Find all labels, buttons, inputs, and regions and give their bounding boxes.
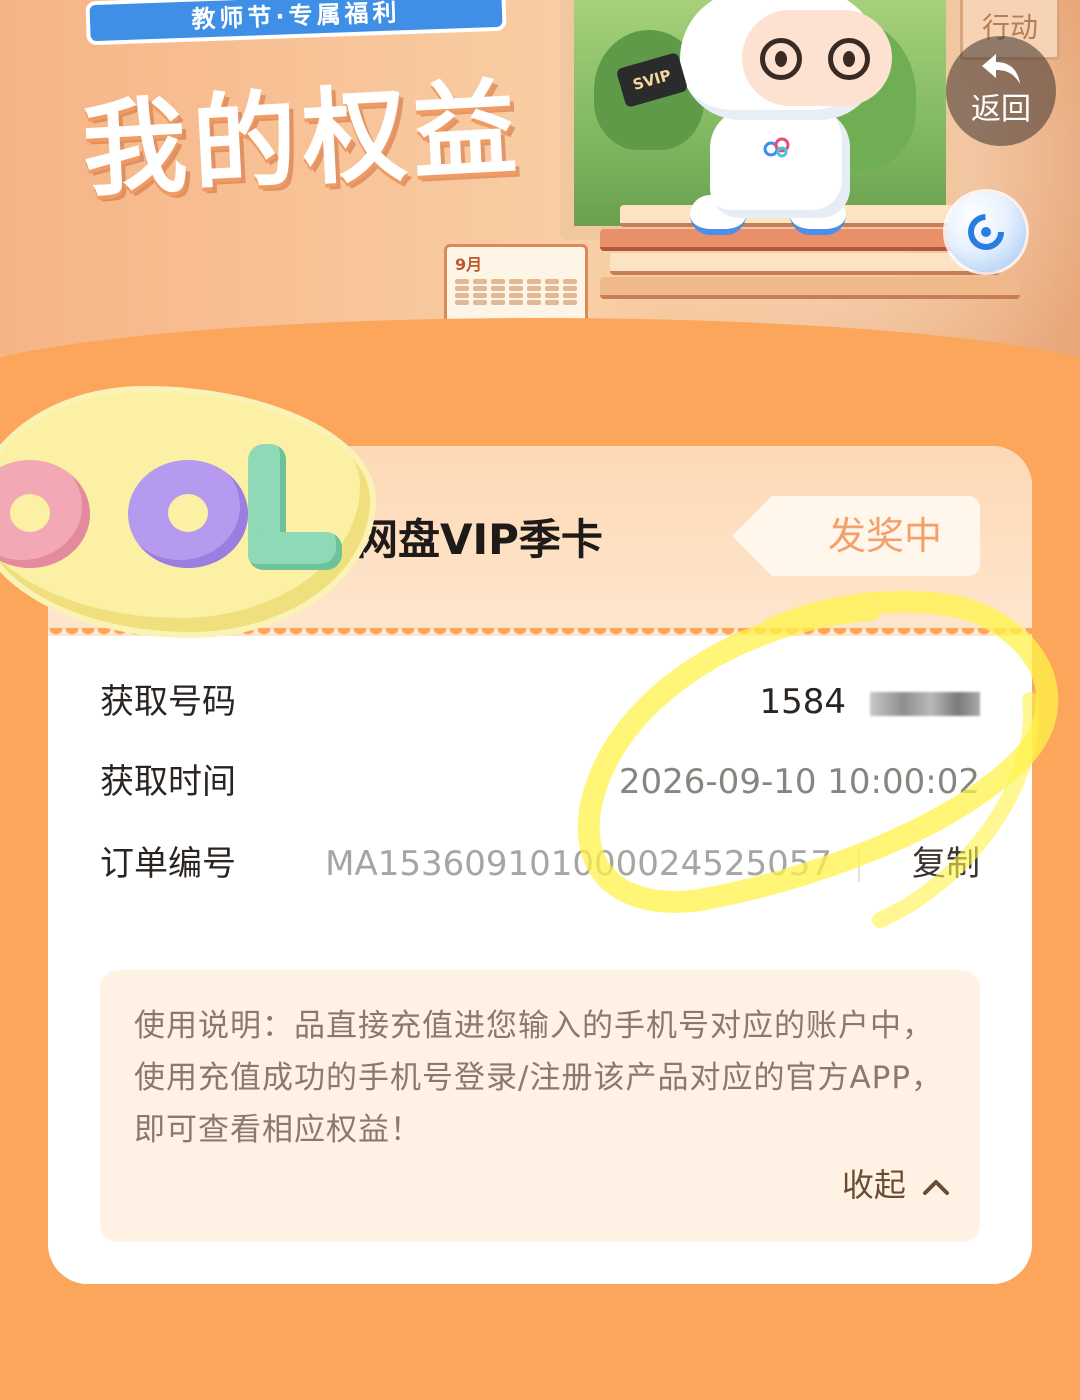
copy-button[interactable]: 复制 <box>912 834 980 894</box>
phone-value-wrap: 1584 <box>759 672 980 732</box>
phone-value: 1584 <box>759 682 846 722</box>
divider <box>858 848 860 882</box>
page-title: 我的权益 <box>79 66 526 212</box>
status-badge: 发奖中 <box>732 496 980 576</box>
phone-row: 获取号码 1584 <box>100 672 980 732</box>
time-label: 获取时间 <box>100 762 236 802</box>
time-value: 2026-09-10 10:00:02 <box>618 762 980 802</box>
mascot-illustration: SVIP <box>615 0 910 240</box>
cool-sticker <box>0 392 380 642</box>
time-row: 获取时间 2026-09-10 10:00:02 <box>100 752 980 812</box>
usage-note: 使用说明：品直接充值进您输入的手机号对应的账户中，使用充值成功的手机号登录/注册… <box>100 970 980 1242</box>
phone-label: 获取号码 <box>100 682 236 722</box>
assistant-float-button[interactable] <box>946 192 1026 272</box>
hero-banner: 行动 教师节·专属福利 我的权益 9月 SVIP 返回 <box>0 0 1080 400</box>
order-row: 订单编号 MA153609101000024525057 复制 <box>100 834 980 894</box>
order-label: 订单编号 <box>100 844 236 884</box>
assistant-icon <box>968 214 1004 250</box>
sticker-letter-o <box>128 460 248 568</box>
mascot-head <box>680 0 892 120</box>
product-title: 网盘VIP季卡 <box>356 515 603 564</box>
usage-note-text: 使用说明：品直接充值进您输入的手机号对应的账户中，使用充值成功的手机号登录/注册… <box>134 1008 944 1148</box>
redacted-mask <box>870 691 980 716</box>
collapse-label: 收起 <box>841 1166 906 1204</box>
cloud-logo-icon <box>763 137 790 158</box>
back-button[interactable]: 返回 <box>946 36 1056 146</box>
calendar-month: 9月 <box>455 255 483 274</box>
mascot-body <box>710 108 850 218</box>
back-arrow-icon <box>982 54 1020 84</box>
chevron-up-icon <box>923 1180 949 1195</box>
order-number: MA153609101000024525057 <box>325 844 832 884</box>
back-label: 返回 <box>971 92 1031 127</box>
collapse-button[interactable]: 收起 <box>842 1162 950 1208</box>
sticker-letter-l <box>248 444 342 570</box>
